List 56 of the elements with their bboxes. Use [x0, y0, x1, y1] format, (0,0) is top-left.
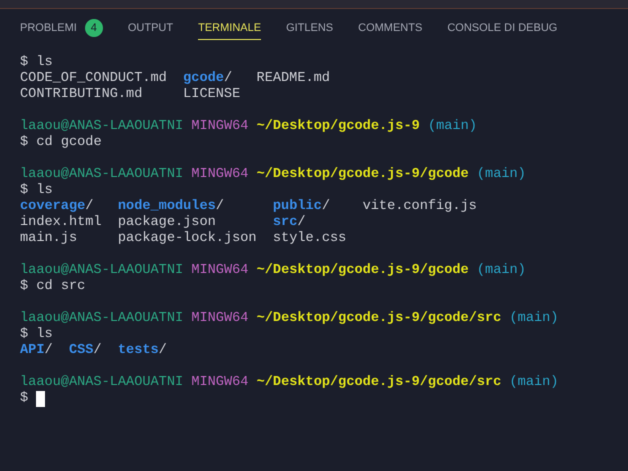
problem-count-badge: 4 — [84, 19, 103, 37]
file-name: CODE_OF_CONDUCT.md — [20, 71, 168, 87]
panel-tab[interactable]: PROBLEMI — [20, 16, 77, 40]
prompt-host: MINGW64 — [191, 167, 248, 183]
prompt-host: MINGW64 — [191, 119, 248, 135]
file-name: README.md — [256, 71, 331, 87]
file-name: package-lock.json — [118, 231, 258, 247]
file-name: CONTRIBUTING.md — [20, 87, 144, 103]
directory-name: coverage/ — [20, 199, 94, 215]
prompt-user: laaou@ANAS-LAAOUATNI — [20, 375, 184, 391]
prompt-host: MINGW64 — [191, 311, 248, 327]
prompt-path: ~/Desktop/gcode.js-9/gcode — [256, 167, 469, 183]
file-name: LICENSE — [183, 87, 242, 103]
command-text: cd gcode — [36, 135, 102, 151]
directory-name: public/ — [272, 199, 331, 215]
file-name: package.json — [118, 215, 217, 231]
directory-name: src/ — [272, 215, 307, 231]
prompt-symbol: $ — [20, 391, 28, 407]
prompt-branch: (main) — [476, 263, 526, 279]
prompt-user: laaou@ANAS-LAAOUATNI — [20, 167, 184, 183]
prompt-user: laaou@ANAS-LAAOUATNI — [20, 263, 184, 279]
command-text: ls — [36, 55, 53, 71]
panel-tab[interactable]: GITLENS — [286, 16, 334, 40]
prompt-user: laaou@ANAS-LAAOUATNI — [20, 119, 184, 135]
prompt-symbol: $ — [20, 327, 28, 343]
directory-name: gcode/ — [183, 71, 234, 87]
prompt-symbol: $ — [20, 135, 28, 151]
directory-name: tests/ — [118, 343, 168, 359]
file-name: index.html — [20, 215, 103, 231]
panel-tab[interactable]: OUTPUT — [128, 16, 174, 40]
directory-name: node_modules/ — [118, 199, 225, 215]
file-name: vite.config.js — [362, 199, 478, 215]
prompt-branch: (main) — [476, 167, 526, 183]
file-name: main.js — [20, 231, 78, 247]
prompt-symbol: $ — [20, 55, 28, 71]
directory-name: CSS/ — [68, 343, 103, 359]
command-text: ls — [36, 327, 53, 343]
prompt-branch: (main) — [510, 375, 558, 391]
prompt-branch: (main) — [428, 119, 477, 135]
prompt-host: MINGW64 — [191, 263, 248, 279]
prompt-host: MINGW64 — [191, 375, 248, 391]
prompt-path: ~/Desktop/gcode.js-9/gcode — [256, 263, 469, 279]
prompt-user: laaou@ANAS-LAAOUATNI — [20, 311, 184, 327]
panel-tab[interactable]: CONSOLE DI DEBUG — [447, 16, 558, 40]
panel-tab[interactable]: TERMINALE — [198, 16, 262, 40]
prompt-symbol: $ — [20, 279, 28, 295]
prompt-path: ~/Desktop/gcode.js-9/gcode/src — [256, 311, 502, 327]
command-text: ls — [36, 183, 53, 199]
directory-name: API/ — [20, 343, 54, 359]
panel-tab[interactable]: COMMENTS — [358, 16, 422, 40]
prompt-branch: (main) — [510, 311, 558, 327]
prompt-path: ~/Desktop/gcode.js-9/gcode/src — [256, 375, 502, 391]
file-name: style.css — [272, 231, 348, 247]
prompt-symbol: $ — [20, 183, 28, 199]
command-text: cd src — [36, 279, 86, 295]
prompt-path: ~/Desktop/gcode.js-9 — [256, 119, 420, 135]
